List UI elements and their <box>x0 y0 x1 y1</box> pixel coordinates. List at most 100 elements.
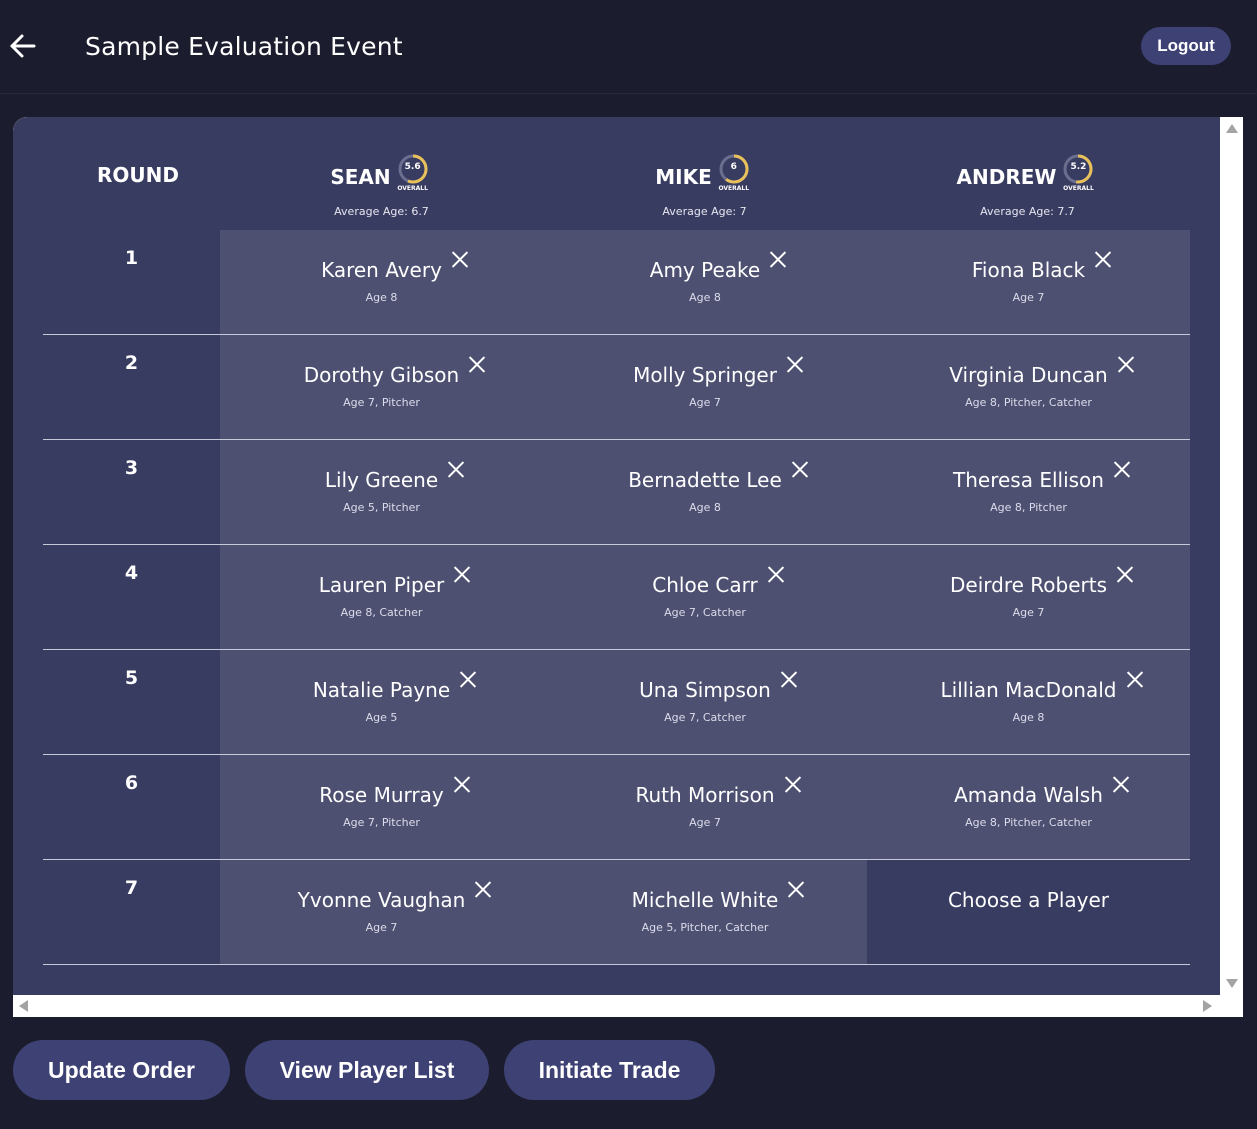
team-name: MIKE <box>655 165 712 189</box>
close-icon[interactable] <box>1117 355 1135 373</box>
team-header: MIKE 6 OVERALL Average Age: 7 <box>543 153 866 218</box>
player-info: Age 7, Pitcher <box>343 816 420 829</box>
team-name: ANDREW <box>956 165 1057 189</box>
close-icon[interactable] <box>1112 775 1130 793</box>
player-name: Theresa Ellison <box>953 468 1104 492</box>
player-pick-cell[interactable]: Amanda Walsh Age 8, Pitcher, Catcher <box>867 755 1190 859</box>
player-pick-cell[interactable]: Amy Peake Age 8 <box>543 230 867 334</box>
player-info: Age 8 <box>689 291 721 304</box>
player-info: Age 5 <box>365 711 398 724</box>
close-icon[interactable] <box>1116 565 1134 583</box>
scroll-left-icon[interactable] <box>19 1000 28 1012</box>
player-pick-cell[interactable]: Rose Murray Age 7, Pitcher <box>220 755 543 859</box>
player-name: Una Simpson <box>639 678 771 702</box>
player-name: Fiona Black <box>972 258 1085 282</box>
player-pick-cell[interactable]: Una Simpson Age 7, Catcher <box>543 650 867 754</box>
player-pick-cell[interactable]: Dorothy Gibson Age 7, Pitcher <box>220 335 543 439</box>
close-icon[interactable] <box>453 565 471 583</box>
player-name: Amanda Walsh <box>954 783 1103 807</box>
rating-label: OVERALL <box>1063 185 1094 192</box>
rating-badge: 5.2 OVERALL <box>1062 153 1098 197</box>
close-icon[interactable] <box>459 670 477 688</box>
close-icon[interactable] <box>453 775 471 793</box>
round-number: 6 <box>124 772 139 794</box>
close-icon[interactable] <box>769 250 787 268</box>
close-icon[interactable] <box>767 565 785 583</box>
close-icon[interactable] <box>468 355 486 373</box>
close-icon[interactable] <box>1113 460 1131 478</box>
team-name: SEAN <box>330 165 391 189</box>
player-pick-cell[interactable]: Molly Springer Age 7 <box>543 335 867 439</box>
vertical-scrollbar[interactable] <box>1220 117 1243 995</box>
scroll-right-icon[interactable] <box>1203 1000 1212 1012</box>
scroll-up-icon[interactable] <box>1226 124 1238 133</box>
player-pick-cell[interactable]: Lauren Piper Age 8, Catcher <box>220 545 543 649</box>
player-name: Molly Springer <box>633 363 777 387</box>
top-bar: Sample Evaluation Event Logout <box>0 0 1257 94</box>
player-pick-cell[interactable]: Bernadette Lee Age 8 <box>543 440 867 544</box>
player-name: Natalie Payne <box>313 678 450 702</box>
logout-button[interactable]: Logout <box>1141 27 1231 65</box>
rating-label: OVERALL <box>718 185 750 192</box>
player-name: Lily Greene <box>325 468 438 492</box>
player-pick-cell[interactable]: Lily Greene Age 5, Pitcher <box>220 440 543 544</box>
view-player-list-button[interactable]: View Player List <box>245 1040 489 1100</box>
player-info: Age 7, Catcher <box>664 711 746 724</box>
round-number: 2 <box>124 352 139 374</box>
close-icon[interactable] <box>451 250 469 268</box>
close-icon[interactable] <box>784 775 802 793</box>
close-icon[interactable] <box>787 880 805 898</box>
choose-player-link[interactable]: Choose a Player <box>867 888 1190 912</box>
player-info: Age 5, Pitcher <box>343 501 420 514</box>
player-name: Yvonne Vaughan <box>298 888 466 912</box>
rating-value: 5.6 <box>404 162 421 172</box>
round-number: 1 <box>124 247 139 269</box>
player-info: Age 7 <box>1012 606 1045 619</box>
close-icon[interactable] <box>780 670 798 688</box>
close-icon[interactable] <box>786 355 804 373</box>
player-pick-cell[interactable]: Natalie Payne Age 5 <box>220 650 543 754</box>
average-age: Average Age: 6.7 <box>334 205 429 218</box>
arrow-left-icon[interactable] <box>8 31 38 61</box>
update-order-button[interactable]: Update Order <box>13 1040 230 1100</box>
player-info: Age 7 <box>1012 291 1045 304</box>
round-row: 5 Natalie Payne Age 5 Una Simpson Age 7, Cat… <box>43 650 1190 755</box>
player-pick-cell[interactable]: Michelle White Age 5, Pitcher, Catcher <box>543 860 867 964</box>
close-icon[interactable] <box>791 460 809 478</box>
player-pick-cell[interactable]: Yvonne Vaughan Age 7 <box>220 860 543 964</box>
player-pick-cell[interactable]: Karen Avery Age 8 <box>220 230 543 334</box>
player-name: Virginia Duncan <box>949 363 1107 387</box>
player-pick-cell[interactable]: Virginia Duncan Age 8, Pitcher, Catcher <box>867 335 1190 439</box>
player-name: Rose Murray <box>319 783 443 807</box>
player-info: Age 8 <box>689 501 721 514</box>
round-row: 2 Dorothy Gibson Age 7, Pitcher Molly Sprin… <box>43 335 1190 440</box>
round-number: 7 <box>124 877 139 899</box>
player-pick-cell[interactable]: Theresa Ellison Age 8, Pitcher <box>867 440 1190 544</box>
player-name: Lillian MacDonald <box>941 678 1117 702</box>
round-row: 4 Lauren Piper Age 8, Catcher Chloe Carr Age… <box>43 545 1190 650</box>
initiate-trade-button[interactable]: Initiate Trade <box>504 1040 715 1100</box>
player-info: Age 7, Pitcher <box>343 396 420 409</box>
round-row: 1 Karen Avery Age 8 Amy Peake Age 8 Fiona Bla… <box>43 230 1190 335</box>
player-info: Age 5, Pitcher, Catcher <box>641 921 769 934</box>
empty-pick-cell[interactable]: Choose a Player <box>867 860 1190 964</box>
player-name: Karen Avery <box>321 258 442 282</box>
round-row: 3 Lily Greene Age 5, Pitcher Bernadette Lee… <box>43 440 1190 545</box>
player-pick-cell[interactable]: Fiona Black Age 7 <box>867 230 1190 334</box>
close-icon[interactable] <box>1126 670 1144 688</box>
player-pick-cell[interactable]: Deirdre Roberts Age 7 <box>867 545 1190 649</box>
scroll-down-icon[interactable] <box>1226 979 1238 988</box>
player-info: Age 7 <box>689 816 721 829</box>
player-pick-cell[interactable]: Ruth Morrison Age 7 <box>543 755 867 859</box>
player-pick-cell[interactable]: Lillian MacDonald Age 8 <box>867 650 1190 754</box>
player-name: Bernadette Lee <box>628 468 782 492</box>
horizontal-scrollbar[interactable] <box>13 995 1243 1017</box>
player-pick-cell[interactable]: Chloe Carr Age 7, Catcher <box>543 545 867 649</box>
close-icon[interactable] <box>1094 250 1112 268</box>
page-title: Sample Evaluation Event <box>85 32 403 61</box>
player-info: Age 7 <box>365 921 398 934</box>
close-icon[interactable] <box>447 460 465 478</box>
close-icon[interactable] <box>474 880 492 898</box>
rating-badge: 6 OVERALL <box>718 153 754 197</box>
round-row: 6 Rose Murray Age 7, Pitcher Ruth Morrison A… <box>43 755 1190 860</box>
